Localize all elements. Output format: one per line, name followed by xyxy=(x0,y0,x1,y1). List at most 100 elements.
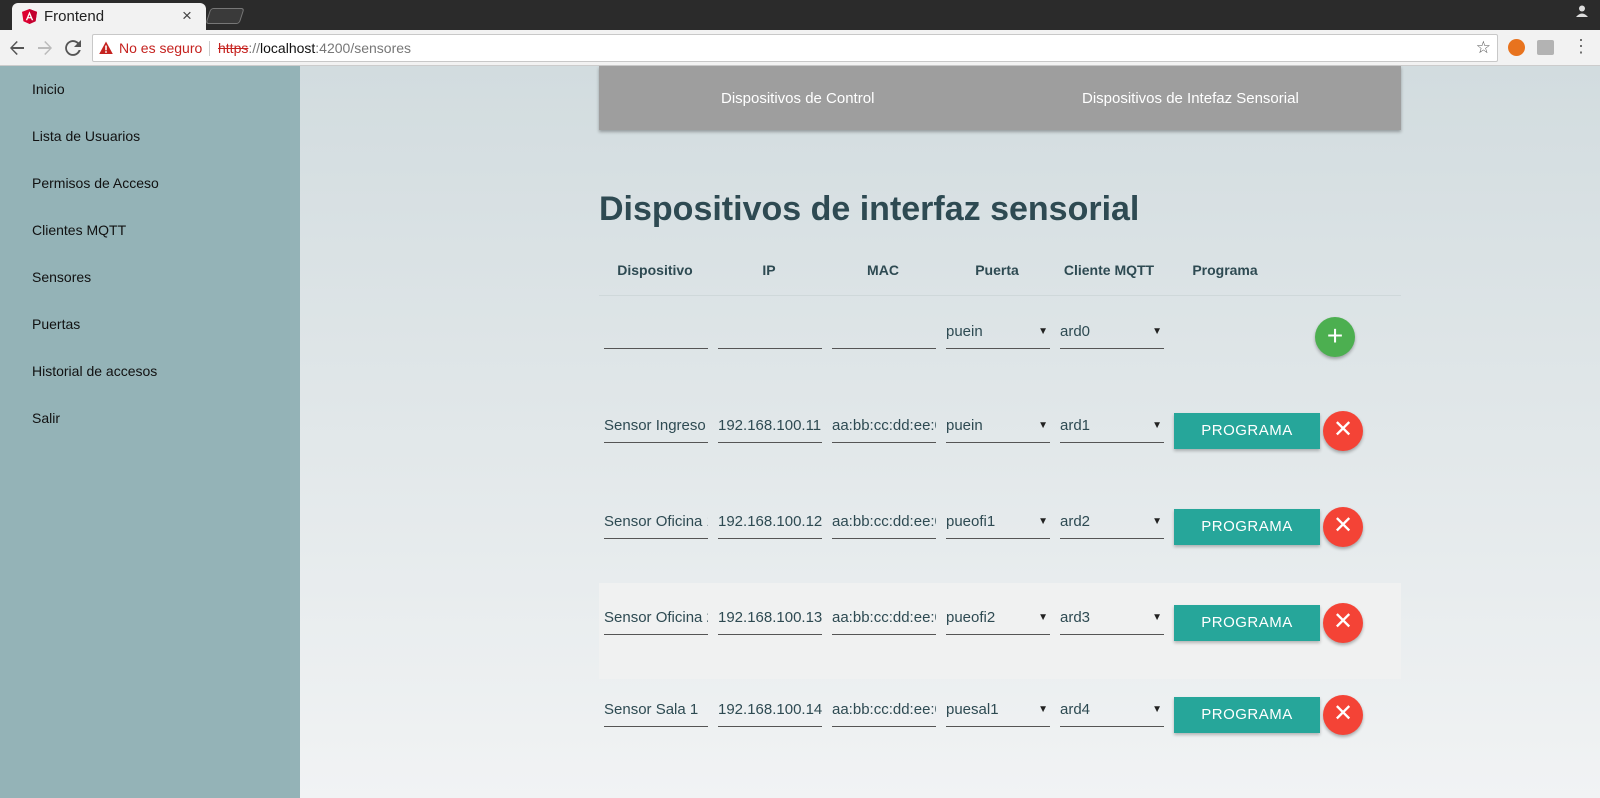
puerta-select[interactable]: puein ▼ xyxy=(946,409,1050,443)
url-host: localhost xyxy=(260,40,316,56)
programa-button[interactable]: PROGRAMA xyxy=(1174,413,1320,449)
dropdown-arrow-icon: ▼ xyxy=(1152,326,1162,337)
address-bar[interactable]: No es seguro https://localhost:4200/sens… xyxy=(92,34,1498,62)
security-indicator[interactable]: No es seguro xyxy=(119,40,202,56)
ip-input[interactable]: 192.168.100.11 xyxy=(718,409,822,443)
mac-input[interactable]: aa:bb:cc:dd:ee:0 xyxy=(832,409,936,443)
sidebar-item-clientes-mqtt[interactable]: Clientes MQTT xyxy=(32,222,126,238)
star-icon[interactable]: ☆ xyxy=(1476,38,1491,58)
puerta-value: pueofi2 xyxy=(946,609,996,626)
delete-button[interactable]: ✕ xyxy=(1323,603,1363,643)
programa-button[interactable]: PROGRAMA xyxy=(1174,605,1320,641)
puerta-value: puein xyxy=(946,417,983,434)
cliente-select[interactable]: ard4 ▼ xyxy=(1060,693,1164,727)
forward-icon[interactable] xyxy=(34,37,56,59)
sidebar-item-salir[interactable]: Salir xyxy=(32,410,60,426)
mac-input[interactable] xyxy=(832,315,936,349)
omnibox-divider xyxy=(209,41,210,56)
programa-button[interactable]: PROGRAMA xyxy=(1174,509,1320,545)
tab-title: Frontend xyxy=(44,8,105,25)
sidebar-item-permisos[interactable]: Permisos de Acceso xyxy=(32,175,159,191)
warning-icon xyxy=(99,41,113,54)
menu-icon[interactable]: ⋮ xyxy=(1572,36,1590,57)
cliente-value: ard0 xyxy=(1060,323,1091,340)
dropdown-arrow-icon: ▼ xyxy=(1152,516,1162,527)
delete-button[interactable]: ✕ xyxy=(1323,695,1363,735)
ip-input[interactable]: 192.168.100.12 xyxy=(718,505,822,539)
browser-tab[interactable]: Frontend × xyxy=(12,3,206,30)
dropdown-arrow-icon: ▼ xyxy=(1038,704,1048,715)
url-path: :4200/sensores xyxy=(315,40,412,56)
row-content: Sensor Oficina 2 192.168.100.13 aa:bb:cc… xyxy=(599,601,1401,679)
back-icon[interactable] xyxy=(6,37,28,59)
profile-icon[interactable] xyxy=(1574,4,1590,20)
ip-input[interactable]: 192.168.100.13 xyxy=(718,601,822,635)
cliente-select[interactable]: ard2 ▼ xyxy=(1060,505,1164,539)
puerta-select[interactable]: pueofi1 ▼ xyxy=(946,505,1050,539)
programa-button[interactable]: PROGRAMA xyxy=(1174,697,1320,733)
angular-icon xyxy=(22,9,37,24)
sidebar-item-puertas[interactable]: Puertas xyxy=(32,316,80,332)
nav-sensorial-devices[interactable]: Dispositivos de Intefaz Sensorial xyxy=(1082,90,1299,107)
dispositivo-input[interactable]: Sensor Sala 1 xyxy=(604,693,708,727)
page-title: Dispositivos de interfaz sensorial xyxy=(599,190,1140,228)
dispositivo-input[interactable]: Sensor Oficina 1 xyxy=(604,505,708,539)
table-row: Sensor Oficina 2 192.168.100.13 aa:bb:cc… xyxy=(599,583,1401,679)
sidebar-item-inicio[interactable]: Inicio xyxy=(32,81,65,97)
dropdown-arrow-icon: ▼ xyxy=(1038,612,1048,623)
main-content: Dispositivos de Control Dispositivos de … xyxy=(300,66,1600,798)
sidebar-item-usuarios[interactable]: Lista de Usuarios xyxy=(32,128,140,144)
dispositivo-input[interactable]: Sensor Ingreso xyxy=(604,409,708,443)
dropdown-arrow-icon: ▼ xyxy=(1152,612,1162,623)
browser-toolbar: No es seguro https://localhost:4200/sens… xyxy=(0,30,1600,66)
cliente-select[interactable]: ard3 ▼ xyxy=(1060,601,1164,635)
header-divider xyxy=(599,295,1401,296)
delete-button[interactable]: ✕ xyxy=(1323,411,1363,451)
column-header: Cliente MQTT xyxy=(1063,262,1155,278)
extension-icon[interactable] xyxy=(1508,39,1525,56)
browser-titlebar: Frontend × xyxy=(0,0,1600,30)
reload-icon[interactable] xyxy=(62,37,84,59)
new-device-row: puein ▼ ard0 ▼ + xyxy=(599,315,1401,411)
dropdown-arrow-icon: ▼ xyxy=(1038,420,1048,431)
delete-button[interactable]: ✕ xyxy=(1323,507,1363,547)
puerta-select[interactable]: puein ▼ xyxy=(946,315,1050,349)
cliente-value: ard3 xyxy=(1060,609,1091,626)
mac-input[interactable]: aa:bb:cc:dd:ee:0 xyxy=(832,505,936,539)
sidebar-item-historial[interactable]: Historial de accesos xyxy=(32,363,157,379)
column-header: MAC xyxy=(867,262,899,278)
cliente-select[interactable]: ard1 ▼ xyxy=(1060,409,1164,443)
nav-control-devices[interactable]: Dispositivos de Control xyxy=(721,90,874,107)
extension-icon[interactable] xyxy=(1537,40,1554,55)
dropdown-arrow-icon: ▼ xyxy=(1038,326,1048,337)
sidebar-item-sensores[interactable]: Sensores xyxy=(32,269,91,285)
close-icon[interactable]: × xyxy=(182,6,192,26)
table-row: Sensor Ingreso 192.168.100.11 aa:bb:cc:d… xyxy=(599,409,1401,505)
ip-input[interactable] xyxy=(718,315,822,349)
cliente-value: ard4 xyxy=(1060,701,1091,718)
dropdown-arrow-icon: ▼ xyxy=(1152,420,1162,431)
sidebar: Inicio Lista de Usuarios Permisos de Acc… xyxy=(0,66,300,798)
cliente-value: ard1 xyxy=(1060,417,1091,434)
add-device-button[interactable]: + xyxy=(1315,317,1355,357)
dispositivo-input[interactable]: Sensor Oficina 2 xyxy=(604,601,708,635)
column-header: IP xyxy=(762,262,776,278)
table-row: Sensor Sala 1 192.168.100.14 aa:bb:cc:dd… xyxy=(599,693,1401,789)
puerta-select[interactable]: puesal1 ▼ xyxy=(946,693,1050,727)
column-header: Puerta xyxy=(975,262,1019,278)
cliente-value: ard2 xyxy=(1060,513,1091,530)
url-text[interactable]: https://localhost:4200/sensores xyxy=(218,40,411,56)
puerta-value: puesal1 xyxy=(946,701,999,718)
new-tab-button[interactable] xyxy=(205,8,245,24)
puerta-select[interactable]: pueofi2 ▼ xyxy=(946,601,1050,635)
dispositivo-input[interactable] xyxy=(604,315,708,349)
mac-input[interactable]: aa:bb:cc:dd:ee:0 xyxy=(832,693,936,727)
dropdown-arrow-icon: ▼ xyxy=(1152,704,1162,715)
column-header: Programa xyxy=(1192,262,1258,278)
url-scheme: https xyxy=(218,40,249,56)
puerta-value: puein xyxy=(946,323,983,340)
dropdown-arrow-icon: ▼ xyxy=(1038,516,1048,527)
mac-input[interactable]: aa:bb:cc:dd:ee:0 xyxy=(832,601,936,635)
ip-input[interactable]: 192.168.100.14 xyxy=(718,693,822,727)
cliente-select[interactable]: ard0 ▼ xyxy=(1060,315,1164,349)
